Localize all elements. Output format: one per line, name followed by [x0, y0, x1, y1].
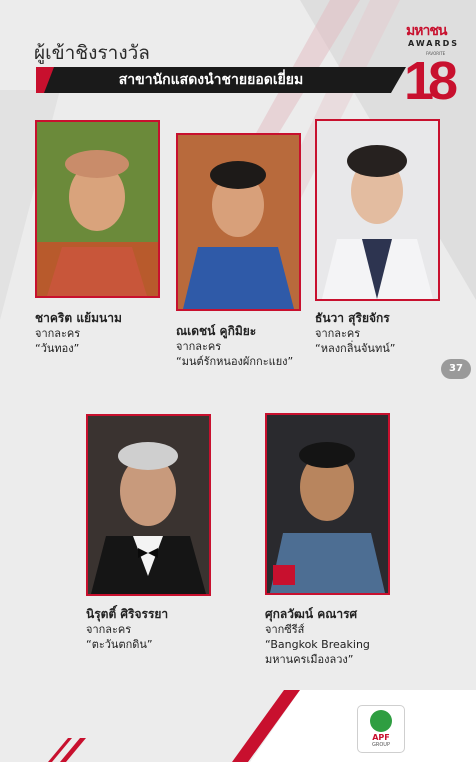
nominee-work: “วันทอง” — [35, 342, 80, 355]
page-number: 37 — [441, 359, 471, 379]
apf-group-logo: APF GROUP — [357, 705, 405, 753]
logo-awards: AWARDS — [408, 39, 460, 48]
nominee-caption: ชาคริต แย้มนาม จากละคร “วันทอง” — [35, 310, 170, 356]
page-title: ผู้เข้าชิงรางวัล — [34, 42, 150, 64]
nominee-source: จากละคร — [35, 327, 81, 340]
nominee-name: นิรุตติ์ ศิริจรรยา — [86, 607, 169, 621]
apf-logo-text: APF — [372, 733, 390, 742]
nominee-caption: ณเดชน์ คูกิมิยะ จากละคร “มนต์รักหนองผักก… — [176, 323, 311, 369]
nominee-photo — [176, 133, 301, 311]
nominee-source: จากละคร — [86, 623, 132, 636]
nominee-name: ชาคริต แย้มนาม — [35, 311, 122, 325]
nominee-photo — [315, 119, 440, 301]
nominee-source: จากละคร — [176, 340, 222, 353]
nominee-work: “ตะวันตกดิน” — [86, 638, 153, 651]
nominee-photo — [35, 120, 160, 298]
nominee-caption: ธันวา สุริยจักร จากละคร “หลงกลิ่นจันทน์” — [315, 310, 450, 356]
nominee-work: “มนต์รักหนองผักกะแยง” — [176, 355, 294, 368]
nominee-caption: นิรุตติ์ ศิริจรรยา จากละคร “ตะวันตกดิน” — [86, 606, 236, 652]
nominee-source: จากซีรีส์ — [265, 623, 305, 636]
logo-number: 18 — [404, 51, 458, 111]
apf-logo-sub: GROUP — [372, 742, 390, 748]
category-label: สาขานักแสดงนำชายยอดเยี่ยม — [118, 72, 304, 88]
globe-icon — [370, 710, 392, 732]
nominee-source: จากละคร — [315, 327, 361, 340]
nominee-caption: ศุกลวัฒน์ คณารศ จากซีรีส์ “Bangkok Break… — [265, 606, 415, 667]
nominee-name: ณเดชน์ คูกิมิยะ — [176, 324, 257, 338]
nominee-name: ธันวา สุริยจักร — [315, 311, 390, 325]
nominee-work-line2: มหานครเมืองลวง” — [265, 653, 354, 666]
nominee-work: “หลงกลิ่นจันทน์” — [315, 342, 396, 355]
nominee-photo — [265, 413, 390, 595]
nominee-name: ศุกลวัฒน์ คณารศ — [265, 607, 358, 621]
awards-logo: มหาชน AWARDS FAVORITE 18 — [404, 20, 468, 111]
nominee-photo — [86, 414, 211, 596]
nominee-work: “Bangkok Breaking — [265, 638, 370, 651]
